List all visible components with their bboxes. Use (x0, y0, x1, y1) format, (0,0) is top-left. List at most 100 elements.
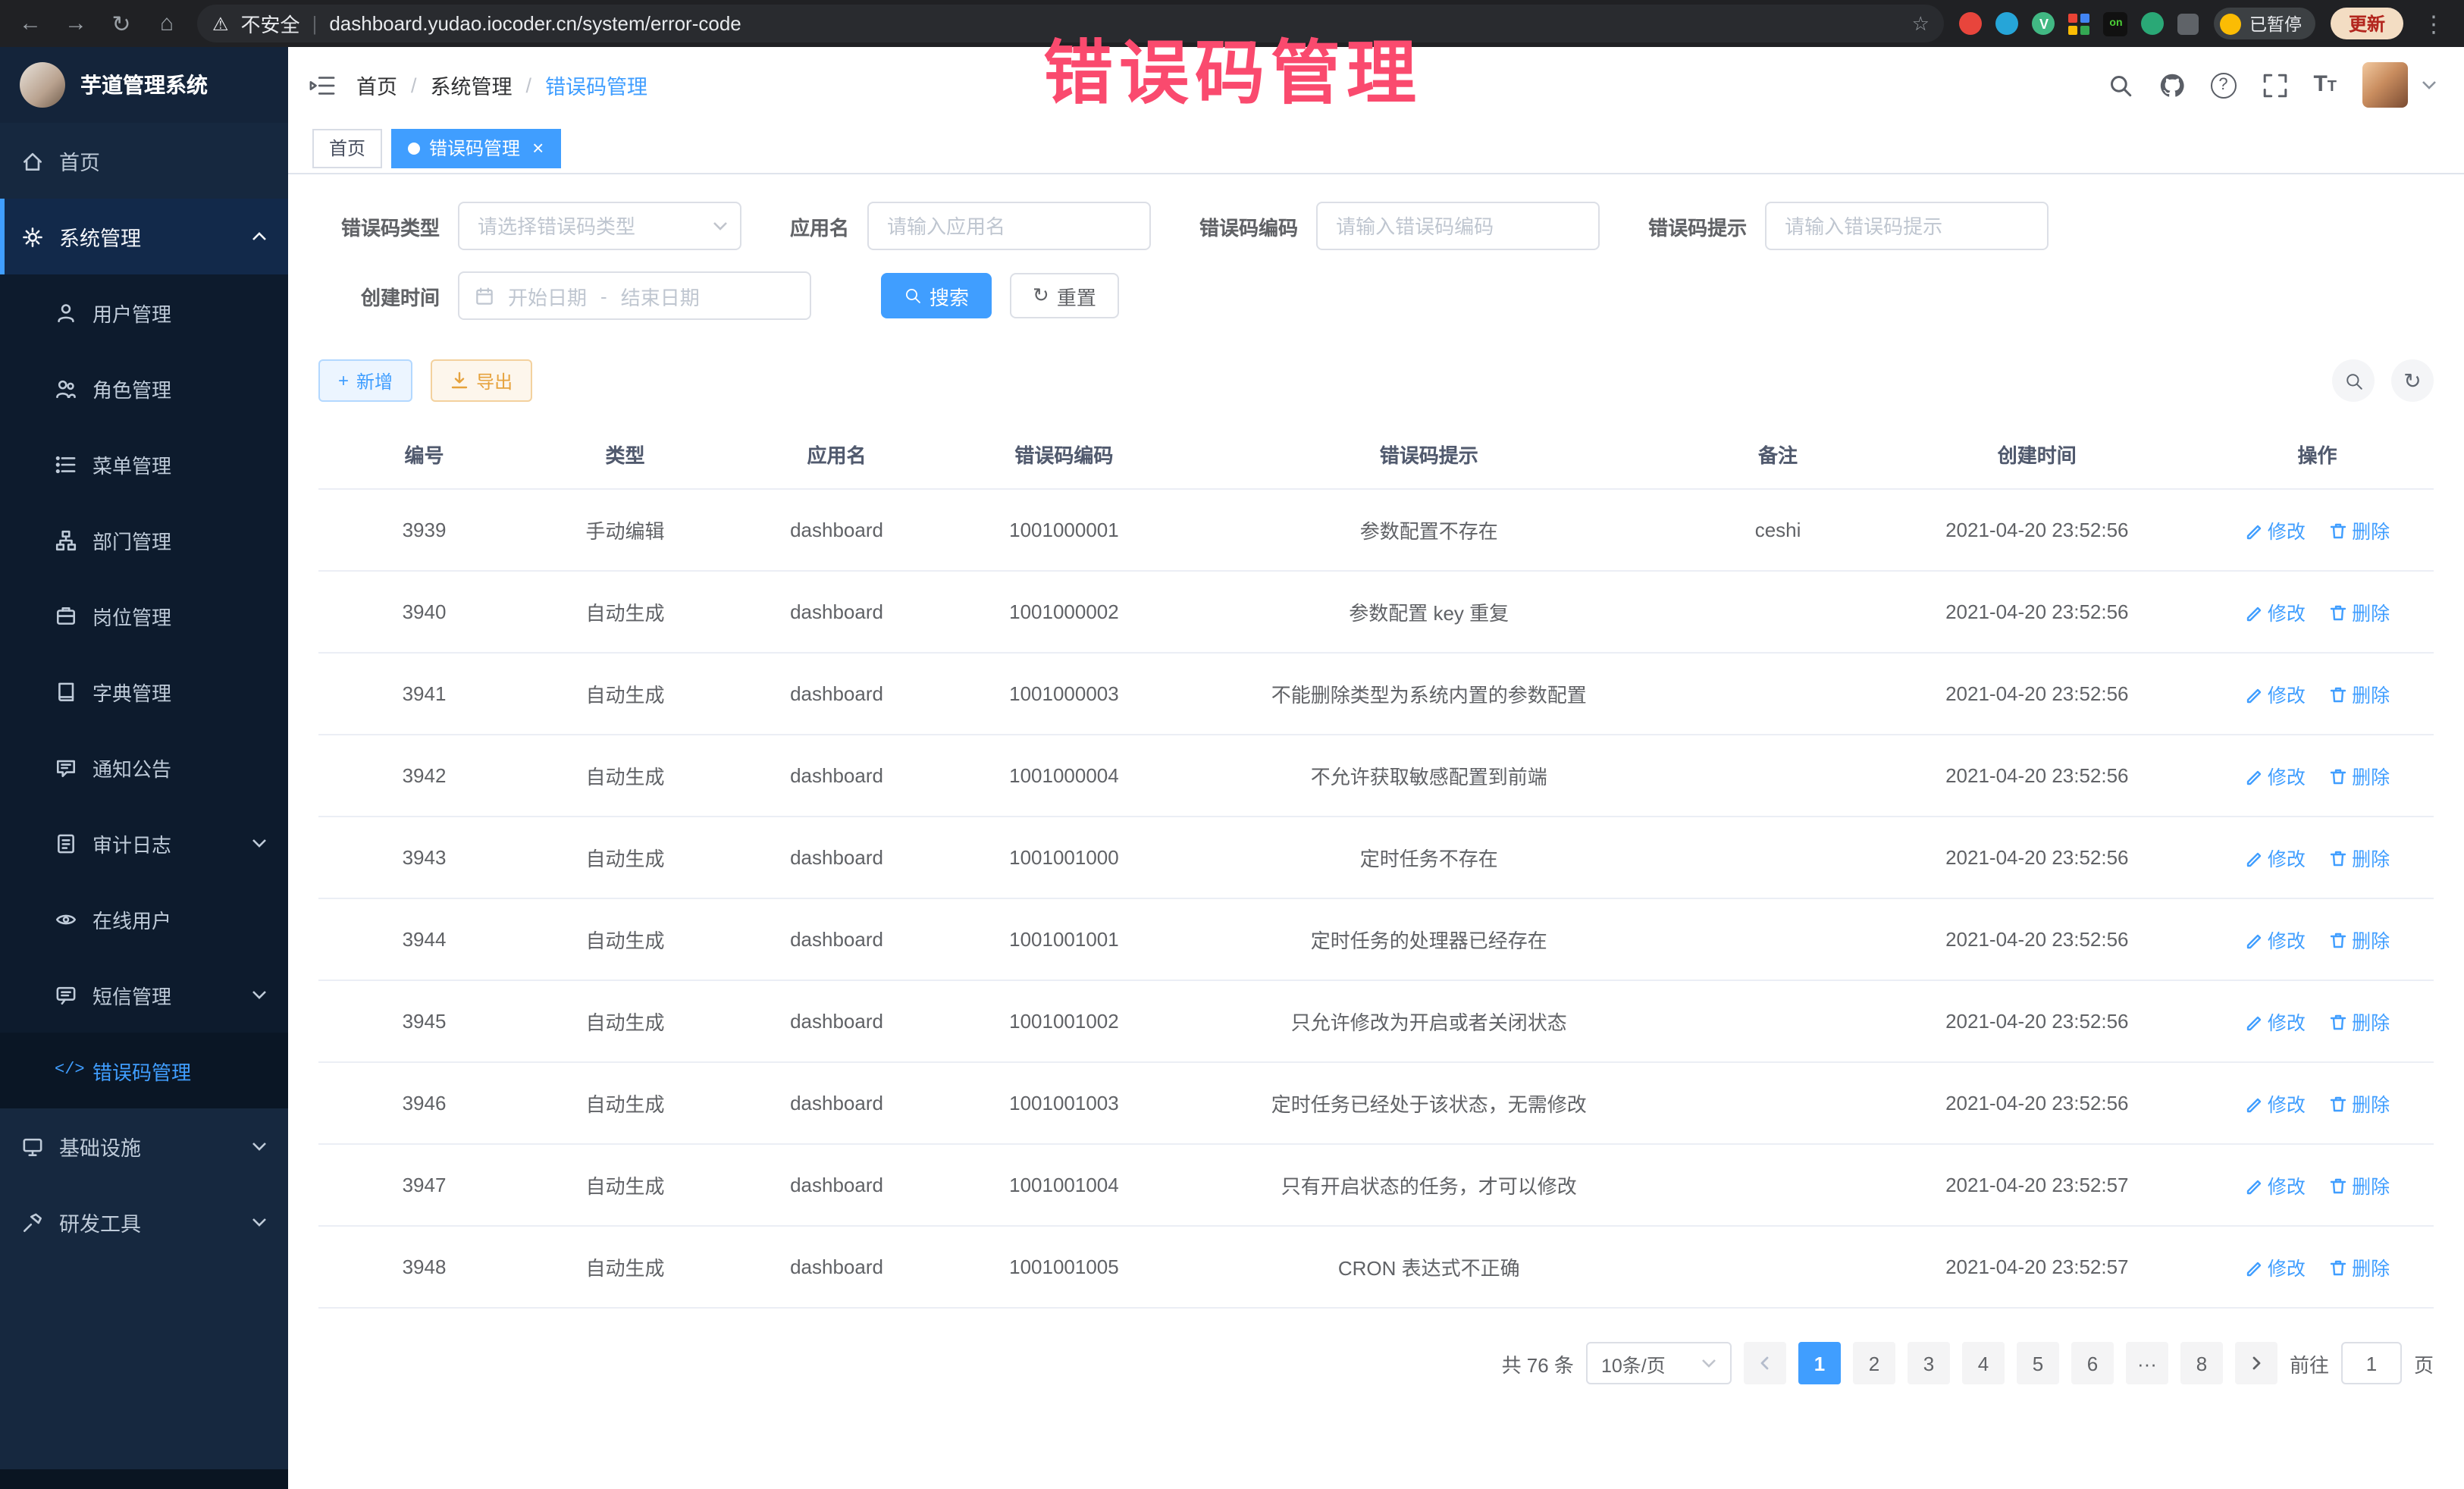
delete-link[interactable]: 删除 (2329, 597, 2390, 626)
collapse-sidebar-button[interactable] (309, 72, 335, 98)
page-button-2[interactable]: 2 (1853, 1342, 1895, 1384)
cell-type: 自动生成 (530, 1144, 720, 1226)
export-button[interactable]: 导出 (431, 359, 532, 402)
breadcrumb-home[interactable]: 首页 (356, 70, 397, 100)
page-size-select[interactable]: 10条/页 (1586, 1342, 1732, 1384)
edit-link[interactable]: 修改 (2245, 597, 2306, 626)
goto-page-input[interactable] (2341, 1342, 2402, 1384)
refresh-table-button[interactable]: ↻ (2391, 359, 2434, 402)
sidebar-item-post-management[interactable]: 岗位管理 (0, 578, 288, 654)
hamburger-fold-icon (309, 72, 335, 98)
font-size-icon[interactable]: TT (2313, 71, 2337, 99)
delete-link[interactable]: 删除 (2329, 843, 2390, 872)
edit-link[interactable]: 修改 (2245, 679, 2306, 708)
search-button[interactable]: 搜索 (881, 273, 992, 318)
extension-green-icon[interactable] (2142, 12, 2165, 35)
delete-link[interactable]: 删除 (2329, 1089, 2390, 1118)
edit-link[interactable]: 修改 (2245, 516, 2306, 544)
delete-link[interactable]: 删除 (2329, 1007, 2390, 1036)
github-icon[interactable] (2158, 72, 2184, 98)
page-button-3[interactable]: 3 (1908, 1342, 1950, 1384)
page-ellipsis[interactable]: ··· (2126, 1342, 2168, 1384)
delete-link[interactable]: 删除 (2329, 925, 2390, 954)
edit-link[interactable]: 修改 (2245, 1171, 2306, 1199)
help-icon[interactable]: ? (2210, 72, 2236, 98)
create-time-range-picker[interactable]: 开始日期 - 结束日期 (458, 271, 811, 320)
browser-back-icon[interactable]: ← (15, 11, 45, 36)
sidebar-item-infrastructure[interactable]: 基础设施 (0, 1108, 288, 1184)
breadcrumb-system[interactable]: 系统管理 (431, 70, 513, 100)
next-page-button[interactable] (2235, 1342, 2277, 1384)
cell-remark (1683, 898, 1873, 980)
cell-actions: 修改 删除 (2201, 980, 2434, 1062)
sidebar-item-system-management[interactable]: 系统管理 (0, 199, 288, 274)
delete-link[interactable]: 删除 (2329, 1171, 2390, 1199)
add-button[interactable]: + 新增 (318, 359, 412, 402)
edit-link[interactable]: 修改 (2245, 1252, 2306, 1281)
search-icon[interactable] (2107, 72, 2133, 98)
sidebar-item-department-management[interactable]: 部门管理 (0, 502, 288, 578)
fullscreen-icon[interactable] (2262, 72, 2287, 98)
page-button-8[interactable]: 8 (2180, 1342, 2223, 1384)
edit-link[interactable]: 修改 (2245, 1089, 2306, 1118)
chevron-down-icon[interactable] (2422, 77, 2437, 92)
edit-link[interactable]: 修改 (2245, 1007, 2306, 1036)
sidebar-item-home[interactable]: 首页 (0, 123, 288, 199)
sidebar-item-sms-management[interactable]: 短信管理 (0, 957, 288, 1033)
refresh-icon: ↻ (1033, 284, 1049, 308)
delete-link[interactable]: 删除 (2329, 516, 2390, 544)
sidebar-item-role-management[interactable]: 角色管理 (0, 350, 288, 426)
close-tab-icon[interactable]: × (532, 136, 544, 159)
browser-home-icon[interactable]: ⌂ (152, 11, 182, 36)
extension-on-badge-icon[interactable]: on (2104, 11, 2128, 36)
tab-home[interactable]: 首页 (312, 128, 382, 168)
cell-error-code: 1001001002 (953, 980, 1175, 1062)
sidebar-item-audit-log[interactable]: 审计日志 (0, 805, 288, 881)
error-message-input[interactable] (1765, 202, 2049, 250)
sidebar-item-error-code-management[interactable]: </> 错误码管理 (0, 1033, 288, 1108)
sidebar-item-menu-management[interactable]: 菜单管理 (0, 426, 288, 502)
extension-grid-icon[interactable] (2069, 13, 2090, 34)
delete-link[interactable]: 删除 (2329, 761, 2390, 790)
delete-link[interactable]: 删除 (2329, 1252, 2390, 1281)
delete-link[interactable]: 删除 (2329, 679, 2390, 708)
cell-actions: 修改 删除 (2201, 817, 2434, 898)
browser-update-button[interactable]: 更新 (2331, 8, 2403, 39)
sidebar-item-user-management[interactable]: 用户管理 (0, 274, 288, 350)
browser-menu-kebab-icon[interactable]: ⋮ (2419, 10, 2449, 37)
browser-reload-icon[interactable]: ↻ (106, 10, 136, 37)
sidebar-item-dev-tools[interactable]: 研发工具 (0, 1184, 288, 1260)
page-button-1[interactable]: 1 (1798, 1342, 1841, 1384)
vue-devtools-icon[interactable]: V (2033, 12, 2055, 35)
page-button-4[interactable]: 4 (1962, 1342, 2005, 1384)
error-type-select-input[interactable] (458, 202, 741, 250)
address-bar[interactable]: ⚠ 不安全 | dashboard.yudao.iocoder.cn/syste… (197, 5, 1945, 42)
edit-link[interactable]: 修改 (2245, 925, 2306, 954)
extension-blue-icon[interactable] (1996, 12, 2019, 35)
extension-red-icon[interactable] (1960, 12, 1983, 35)
edit-link[interactable]: 修改 (2245, 843, 2306, 872)
bookmark-star-icon[interactable]: ☆ (1912, 11, 1930, 36)
page-button-5[interactable]: 5 (2017, 1342, 2059, 1384)
cell-error-code: 1001001000 (953, 817, 1175, 898)
breadcrumb-current: 错误码管理 (545, 70, 647, 100)
browser-forward-icon[interactable]: → (61, 11, 91, 36)
user-avatar[interactable] (2362, 62, 2408, 108)
error-code-input[interactable] (1316, 202, 1600, 250)
tab-error-code-management[interactable]: 错误码管理 × (391, 128, 560, 168)
sidebar-item-online-users[interactable]: 在线用户 (0, 881, 288, 957)
edit-link[interactable]: 修改 (2245, 761, 2306, 790)
app-name-input[interactable] (867, 202, 1151, 250)
page-button-6[interactable]: 6 (2071, 1342, 2114, 1384)
sidebar-item-dict-management[interactable]: 字典管理 (0, 654, 288, 729)
extensions-puzzle-icon[interactable] (2178, 13, 2199, 34)
sidebar-item-notice[interactable]: 通知公告 (0, 729, 288, 805)
cell-error-code: 1001000004 (953, 735, 1175, 817)
profile-paused-badge[interactable]: 已暂停 (2215, 8, 2315, 39)
toggle-search-button[interactable] (2332, 359, 2375, 402)
cell-created-time: 2021-04-20 23:52:57 (1873, 1226, 2201, 1308)
error-type-select[interactable] (458, 202, 741, 250)
trash-icon (2329, 1094, 2347, 1112)
prev-page-button[interactable] (1744, 1342, 1786, 1384)
reset-button[interactable]: ↻ 重置 (1010, 273, 1119, 318)
